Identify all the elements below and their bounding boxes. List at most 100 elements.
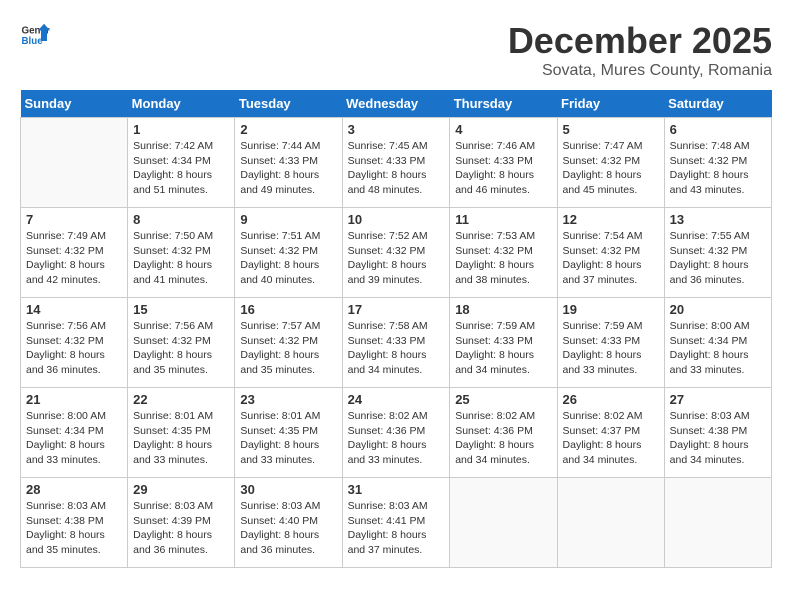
day-number: 30 bbox=[240, 482, 336, 497]
calendar-day-cell bbox=[450, 478, 557, 568]
day-info: Sunrise: 8:00 AMSunset: 4:34 PMDaylight:… bbox=[26, 409, 122, 468]
day-number: 1 bbox=[133, 122, 229, 137]
day-info: Sunrise: 7:52 AMSunset: 4:32 PMDaylight:… bbox=[348, 229, 445, 288]
day-info: Sunrise: 8:01 AMSunset: 4:35 PMDaylight:… bbox=[133, 409, 229, 468]
day-number: 25 bbox=[455, 392, 551, 407]
day-number: 7 bbox=[26, 212, 122, 227]
calendar-day-cell: 4 Sunrise: 7:46 AMSunset: 4:33 PMDayligh… bbox=[450, 118, 557, 208]
day-info: Sunrise: 8:01 AMSunset: 4:35 PMDaylight:… bbox=[240, 409, 336, 468]
calendar-day-cell: 16 Sunrise: 7:57 AMSunset: 4:32 PMDaylig… bbox=[235, 298, 342, 388]
calendar-day-cell: 8 Sunrise: 7:50 AMSunset: 4:32 PMDayligh… bbox=[128, 208, 235, 298]
calendar-day-cell: 15 Sunrise: 7:56 AMSunset: 4:32 PMDaylig… bbox=[128, 298, 235, 388]
day-info: Sunrise: 8:03 AMSunset: 4:38 PMDaylight:… bbox=[26, 499, 122, 558]
day-number: 28 bbox=[26, 482, 122, 497]
calendar-day-cell: 6 Sunrise: 7:48 AMSunset: 4:32 PMDayligh… bbox=[664, 118, 771, 208]
calendar-day-cell: 31 Sunrise: 8:03 AMSunset: 4:41 PMDaylig… bbox=[342, 478, 450, 568]
calendar-week-row: 1 Sunrise: 7:42 AMSunset: 4:34 PMDayligh… bbox=[21, 118, 772, 208]
day-info: Sunrise: 7:44 AMSunset: 4:33 PMDaylight:… bbox=[240, 139, 336, 198]
calendar-day-cell: 11 Sunrise: 7:53 AMSunset: 4:32 PMDaylig… bbox=[450, 208, 557, 298]
day-number: 2 bbox=[240, 122, 336, 137]
day-info: Sunrise: 7:42 AMSunset: 4:34 PMDaylight:… bbox=[133, 139, 229, 198]
day-number: 15 bbox=[133, 302, 229, 317]
day-info: Sunrise: 8:03 AMSunset: 4:40 PMDaylight:… bbox=[240, 499, 336, 558]
title-area: December 2025 Sovata, Mures County, Roma… bbox=[508, 20, 772, 80]
day-info: Sunrise: 8:02 AMSunset: 4:36 PMDaylight:… bbox=[455, 409, 551, 468]
day-info: Sunrise: 7:50 AMSunset: 4:32 PMDaylight:… bbox=[133, 229, 229, 288]
day-number: 20 bbox=[670, 302, 766, 317]
weekday-header-cell: Tuesday bbox=[235, 90, 342, 118]
day-info: Sunrise: 7:58 AMSunset: 4:33 PMDaylight:… bbox=[348, 319, 445, 378]
calendar-day-cell bbox=[664, 478, 771, 568]
calendar-table: SundayMondayTuesdayWednesdayThursdayFrid… bbox=[20, 90, 772, 568]
day-info: Sunrise: 7:59 AMSunset: 4:33 PMDaylight:… bbox=[455, 319, 551, 378]
day-number: 16 bbox=[240, 302, 336, 317]
calendar-day-cell: 30 Sunrise: 8:03 AMSunset: 4:40 PMDaylig… bbox=[235, 478, 342, 568]
calendar-day-cell: 2 Sunrise: 7:44 AMSunset: 4:33 PMDayligh… bbox=[235, 118, 342, 208]
calendar-day-cell: 28 Sunrise: 8:03 AMSunset: 4:38 PMDaylig… bbox=[21, 478, 128, 568]
day-number: 6 bbox=[670, 122, 766, 137]
day-number: 27 bbox=[670, 392, 766, 407]
weekday-header-cell: Thursday bbox=[450, 90, 557, 118]
calendar-day-cell: 3 Sunrise: 7:45 AMSunset: 4:33 PMDayligh… bbox=[342, 118, 450, 208]
logo-icon: General Blue bbox=[20, 20, 50, 50]
calendar-day-cell: 20 Sunrise: 8:00 AMSunset: 4:34 PMDaylig… bbox=[664, 298, 771, 388]
calendar-day-cell: 24 Sunrise: 8:02 AMSunset: 4:36 PMDaylig… bbox=[342, 388, 450, 478]
calendar-day-cell: 26 Sunrise: 8:02 AMSunset: 4:37 PMDaylig… bbox=[557, 388, 664, 478]
day-number: 10 bbox=[348, 212, 445, 227]
calendar-day-cell: 17 Sunrise: 7:58 AMSunset: 4:33 PMDaylig… bbox=[342, 298, 450, 388]
day-number: 13 bbox=[670, 212, 766, 227]
day-info: Sunrise: 8:02 AMSunset: 4:36 PMDaylight:… bbox=[348, 409, 445, 468]
weekday-header-cell: Saturday bbox=[664, 90, 771, 118]
day-info: Sunrise: 7:46 AMSunset: 4:33 PMDaylight:… bbox=[455, 139, 551, 198]
day-info: Sunrise: 7:51 AMSunset: 4:32 PMDaylight:… bbox=[240, 229, 336, 288]
calendar-week-row: 14 Sunrise: 7:56 AMSunset: 4:32 PMDaylig… bbox=[21, 298, 772, 388]
weekday-header-cell: Wednesday bbox=[342, 90, 450, 118]
calendar-day-cell: 29 Sunrise: 8:03 AMSunset: 4:39 PMDaylig… bbox=[128, 478, 235, 568]
svg-text:Blue: Blue bbox=[22, 36, 44, 47]
day-number: 17 bbox=[348, 302, 445, 317]
day-info: Sunrise: 8:03 AMSunset: 4:41 PMDaylight:… bbox=[348, 499, 445, 558]
day-number: 18 bbox=[455, 302, 551, 317]
day-number: 29 bbox=[133, 482, 229, 497]
day-info: Sunrise: 7:47 AMSunset: 4:32 PMDaylight:… bbox=[563, 139, 659, 198]
day-number: 31 bbox=[348, 482, 445, 497]
calendar-day-cell: 12 Sunrise: 7:54 AMSunset: 4:32 PMDaylig… bbox=[557, 208, 664, 298]
day-number: 21 bbox=[26, 392, 122, 407]
calendar-week-row: 21 Sunrise: 8:00 AMSunset: 4:34 PMDaylig… bbox=[21, 388, 772, 478]
calendar-day-cell: 21 Sunrise: 8:00 AMSunset: 4:34 PMDaylig… bbox=[21, 388, 128, 478]
day-number: 8 bbox=[133, 212, 229, 227]
calendar-week-row: 28 Sunrise: 8:03 AMSunset: 4:38 PMDaylig… bbox=[21, 478, 772, 568]
day-number: 23 bbox=[240, 392, 336, 407]
day-number: 11 bbox=[455, 212, 551, 227]
day-info: Sunrise: 7:49 AMSunset: 4:32 PMDaylight:… bbox=[26, 229, 122, 288]
day-number: 5 bbox=[563, 122, 659, 137]
calendar-day-cell: 22 Sunrise: 8:01 AMSunset: 4:35 PMDaylig… bbox=[128, 388, 235, 478]
calendar-week-row: 7 Sunrise: 7:49 AMSunset: 4:32 PMDayligh… bbox=[21, 208, 772, 298]
weekday-header-cell: Sunday bbox=[21, 90, 128, 118]
weekday-header-row: SundayMondayTuesdayWednesdayThursdayFrid… bbox=[21, 90, 772, 118]
day-info: Sunrise: 7:59 AMSunset: 4:33 PMDaylight:… bbox=[563, 319, 659, 378]
day-number: 3 bbox=[348, 122, 445, 137]
day-info: Sunrise: 7:53 AMSunset: 4:32 PMDaylight:… bbox=[455, 229, 551, 288]
page-header: General Blue December 2025 Sovata, Mures… bbox=[20, 20, 772, 80]
weekday-header-cell: Friday bbox=[557, 90, 664, 118]
day-info: Sunrise: 7:57 AMSunset: 4:32 PMDaylight:… bbox=[240, 319, 336, 378]
logo: General Blue bbox=[20, 20, 50, 50]
calendar-day-cell: 25 Sunrise: 8:02 AMSunset: 4:36 PMDaylig… bbox=[450, 388, 557, 478]
calendar-day-cell bbox=[557, 478, 664, 568]
day-number: 24 bbox=[348, 392, 445, 407]
day-number: 4 bbox=[455, 122, 551, 137]
weekday-header-cell: Monday bbox=[128, 90, 235, 118]
calendar-body: 1 Sunrise: 7:42 AMSunset: 4:34 PMDayligh… bbox=[21, 118, 772, 568]
day-number: 14 bbox=[26, 302, 122, 317]
calendar-day-cell: 1 Sunrise: 7:42 AMSunset: 4:34 PMDayligh… bbox=[128, 118, 235, 208]
day-info: Sunrise: 7:55 AMSunset: 4:32 PMDaylight:… bbox=[670, 229, 766, 288]
day-info: Sunrise: 7:56 AMSunset: 4:32 PMDaylight:… bbox=[26, 319, 122, 378]
day-info: Sunrise: 7:45 AMSunset: 4:33 PMDaylight:… bbox=[348, 139, 445, 198]
day-info: Sunrise: 8:02 AMSunset: 4:37 PMDaylight:… bbox=[563, 409, 659, 468]
day-info: Sunrise: 8:03 AMSunset: 4:38 PMDaylight:… bbox=[670, 409, 766, 468]
calendar-day-cell: 23 Sunrise: 8:01 AMSunset: 4:35 PMDaylig… bbox=[235, 388, 342, 478]
calendar-day-cell: 18 Sunrise: 7:59 AMSunset: 4:33 PMDaylig… bbox=[450, 298, 557, 388]
calendar-day-cell: 10 Sunrise: 7:52 AMSunset: 4:32 PMDaylig… bbox=[342, 208, 450, 298]
day-info: Sunrise: 7:48 AMSunset: 4:32 PMDaylight:… bbox=[670, 139, 766, 198]
